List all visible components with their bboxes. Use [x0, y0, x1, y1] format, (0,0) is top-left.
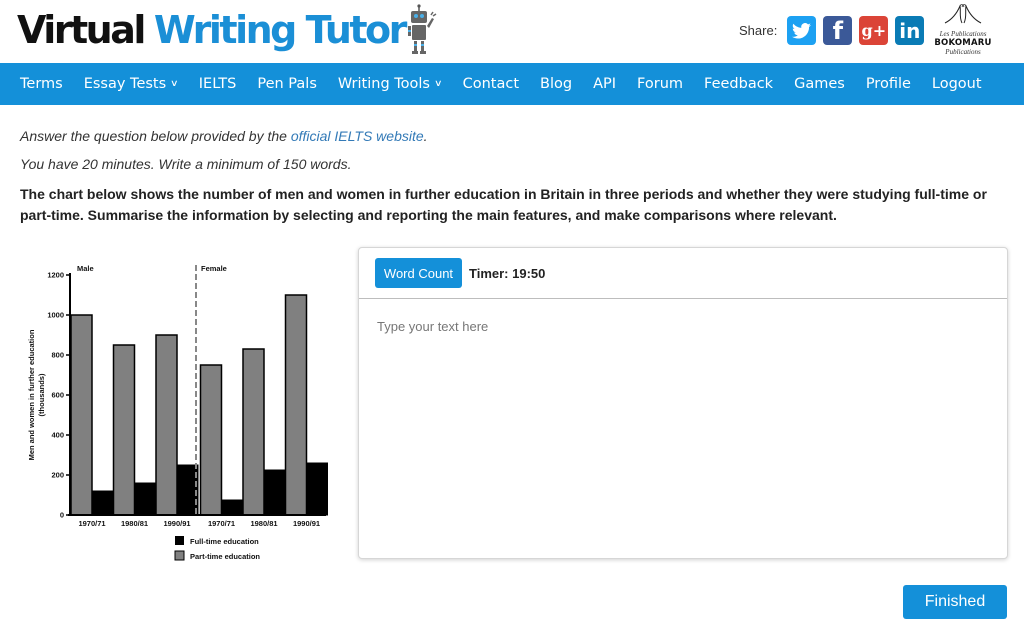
- share-bar: Share: f g+ in: [739, 16, 931, 45]
- instruction-source-suffix: .: [423, 128, 428, 144]
- google-plus-share-button[interactable]: g+: [859, 16, 889, 45]
- nav-item-games[interactable]: Games: [794, 76, 845, 92]
- main-nav: Terms Essay Tests ∨ IELTS Pen Pals Writin…: [0, 63, 1024, 105]
- bar-part-time: [199, 364, 223, 516]
- chevron-down-icon: ∨: [170, 79, 179, 89]
- nav-label: Logout: [931, 76, 982, 92]
- essay-editor: Word Count Timer: 19:50: [358, 247, 1008, 559]
- x-tick-label: 1980/81: [121, 519, 148, 528]
- nav-label: Contact: [462, 76, 520, 92]
- linkedin-share-button[interactable]: in: [895, 16, 925, 45]
- publisher-bottom-text: Publications: [945, 48, 981, 56]
- bar-part-time: [70, 314, 93, 516]
- word-count-button[interactable]: Word Count: [375, 258, 462, 288]
- chart-legend: Full-time education Part-time education: [174, 536, 260, 561]
- bar-part-time: [242, 348, 265, 516]
- instruction-time-limit: You have 20 minutes. Write a minimum of …: [20, 156, 352, 172]
- nav-item-forum[interactable]: Forum: [637, 76, 683, 92]
- legend-swatch-part-time: [174, 550, 185, 561]
- nav-label: Feedback: [704, 76, 774, 92]
- nav-item-logout[interactable]: Logout: [932, 76, 982, 92]
- bar-full-time: [176, 464, 199, 516]
- nav-label: Essay Tests: [83, 76, 167, 92]
- legend-label-part-time: Part-time education: [190, 552, 260, 561]
- y-tick-label: 1000: [47, 311, 64, 320]
- y-tick-label: 0: [60, 511, 64, 520]
- legend-swatch-full-time: [175, 536, 184, 545]
- y-tick-label: 1200: [47, 271, 64, 280]
- bar-full-time: [91, 490, 114, 516]
- nav-item-contact[interactable]: Contact: [463, 76, 519, 92]
- task-prompt: The chart below shows the number of men …: [20, 186, 987, 223]
- site-logo[interactable]: Virtual Writing Tutor: [17, 2, 437, 58]
- publisher-logo[interactable]: Les Publications BOKOMARU Publications: [934, 3, 992, 61]
- bar-part-time: [112, 344, 136, 516]
- nav-item-writing-tools[interactable]: Writing Tools ∨: [337, 76, 443, 92]
- nav-label: API: [593, 76, 617, 92]
- legend-label-full-time: Full-time education: [190, 537, 259, 546]
- site-header: Virtual Writing Tutor Share: f g+ in Les…: [0, 0, 1024, 63]
- x-tick-label: 1970/71: [208, 519, 235, 528]
- y-tick-label: 600: [51, 391, 64, 400]
- task-chart: Men and women in further education (thou…: [20, 255, 340, 570]
- nav-label: Terms: [20, 76, 63, 92]
- bar-full-time: [263, 469, 286, 516]
- group-label-female: Female: [201, 264, 227, 273]
- chevron-down-icon: ∨: [434, 79, 443, 89]
- share-label: Share:: [739, 23, 778, 38]
- linkedin-icon: in: [899, 18, 921, 43]
- nav-item-api[interactable]: API: [593, 76, 616, 92]
- bar-part-time: [155, 334, 178, 516]
- bar-chart: Men and women in further education (thou…: [27, 264, 328, 561]
- nav-label: Games: [794, 76, 845, 92]
- y-tick-label: 800: [51, 351, 64, 360]
- nav-item-blog[interactable]: Blog: [540, 76, 572, 92]
- nav-label: IELTS: [198, 76, 237, 92]
- nav-label: Forum: [637, 76, 684, 92]
- x-tick-label: 1970/71: [78, 519, 105, 528]
- x-tick-label: 1990/91: [293, 519, 320, 528]
- publisher-top-text: Les Publications: [939, 30, 987, 38]
- nav-item-essay-tests[interactable]: Essay Tests ∨: [83, 76, 179, 92]
- essay-text-input[interactable]: [359, 299, 1007, 557]
- y-tick-label: 400: [51, 431, 64, 440]
- twitter-icon: [792, 22, 812, 39]
- y-axis-label-line1: Men and women in further education: [27, 329, 36, 460]
- nav-item-ielts[interactable]: IELTS: [199, 76, 237, 92]
- x-tick-label: 1990/91: [163, 519, 190, 528]
- nav-item-pen-pals[interactable]: Pen Pals: [257, 76, 317, 92]
- twitter-share-button[interactable]: [787, 16, 817, 45]
- official-ielts-link[interactable]: official IELTS website: [291, 128, 424, 144]
- facebook-icon: f: [832, 16, 844, 45]
- finished-button[interactable]: Finished: [903, 585, 1007, 619]
- publisher-name: BOKOMARU: [934, 38, 992, 48]
- nav-label: Blog: [540, 76, 573, 92]
- bar-full-time: [134, 482, 156, 516]
- nav-item-feedback[interactable]: Feedback: [704, 76, 773, 92]
- logo-text-writing-tutor: Writing Tutor: [153, 8, 408, 52]
- robot-icon: [407, 4, 437, 54]
- timer-display: Timer: 19:50: [469, 265, 546, 281]
- google-plus-icon: g+: [861, 21, 887, 40]
- instruction-source: Answer the question below provided by th…: [20, 128, 428, 144]
- logo-text-virtual: Virtual: [17, 8, 146, 52]
- bar-part-time: [284, 294, 308, 516]
- publisher-hands-icon: [944, 4, 982, 24]
- nav-label: Pen Pals: [257, 76, 317, 92]
- bar-full-time: [221, 499, 243, 516]
- nav-item-profile[interactable]: Profile: [866, 76, 911, 92]
- editor-toolbar: Word Count Timer: 19:50: [359, 248, 1007, 299]
- y-tick-label: 200: [51, 471, 64, 480]
- group-label-male: Male: [77, 264, 94, 273]
- nav-label: Profile: [865, 76, 911, 92]
- nav-item-terms[interactable]: Terms: [20, 76, 63, 92]
- x-tick-label: 1980/81: [250, 519, 277, 528]
- bar-full-time: [306, 462, 328, 516]
- y-axis-label-line2: (thousands): [37, 373, 46, 416]
- instruction-source-text: Answer the question below provided by th…: [20, 128, 291, 144]
- nav-label: Writing Tools: [337, 76, 430, 92]
- facebook-share-button[interactable]: f: [823, 16, 853, 45]
